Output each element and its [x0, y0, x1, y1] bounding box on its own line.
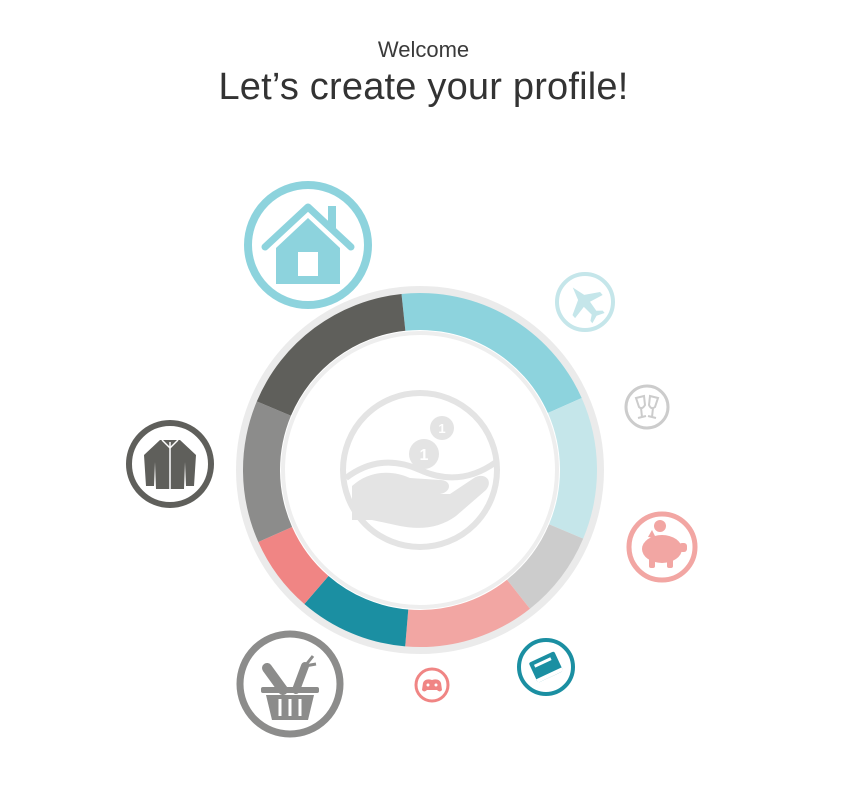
category-savings-button[interactable]: [626, 511, 698, 583]
category-clothing-button[interactable]: [126, 420, 214, 508]
hand-holding-coins-icon: 1 1: [340, 390, 500, 550]
piggy-bank-icon: [642, 520, 687, 568]
coin-label-1: 1: [420, 447, 429, 464]
gamepad-icon: [422, 679, 442, 692]
house-icon: [261, 203, 355, 284]
book-icon: [529, 651, 564, 683]
champagne-glasses-icon: [634, 394, 660, 419]
ring-segment-savings: [405, 579, 530, 647]
category-housing-button[interactable]: [244, 181, 372, 309]
jacket-icon: [144, 439, 196, 489]
category-travel-button[interactable]: [555, 272, 615, 332]
category-games-button[interactable]: [414, 667, 450, 703]
budget-ring-stage: 1 1: [126, 181, 698, 738]
category-groceries-button[interactable]: [236, 630, 344, 738]
category-education-button[interactable]: [517, 638, 575, 696]
category-going-out-button[interactable]: [624, 384, 670, 430]
grocery-basket-icon: [261, 655, 319, 720]
coin-label-2: 1: [438, 421, 445, 436]
